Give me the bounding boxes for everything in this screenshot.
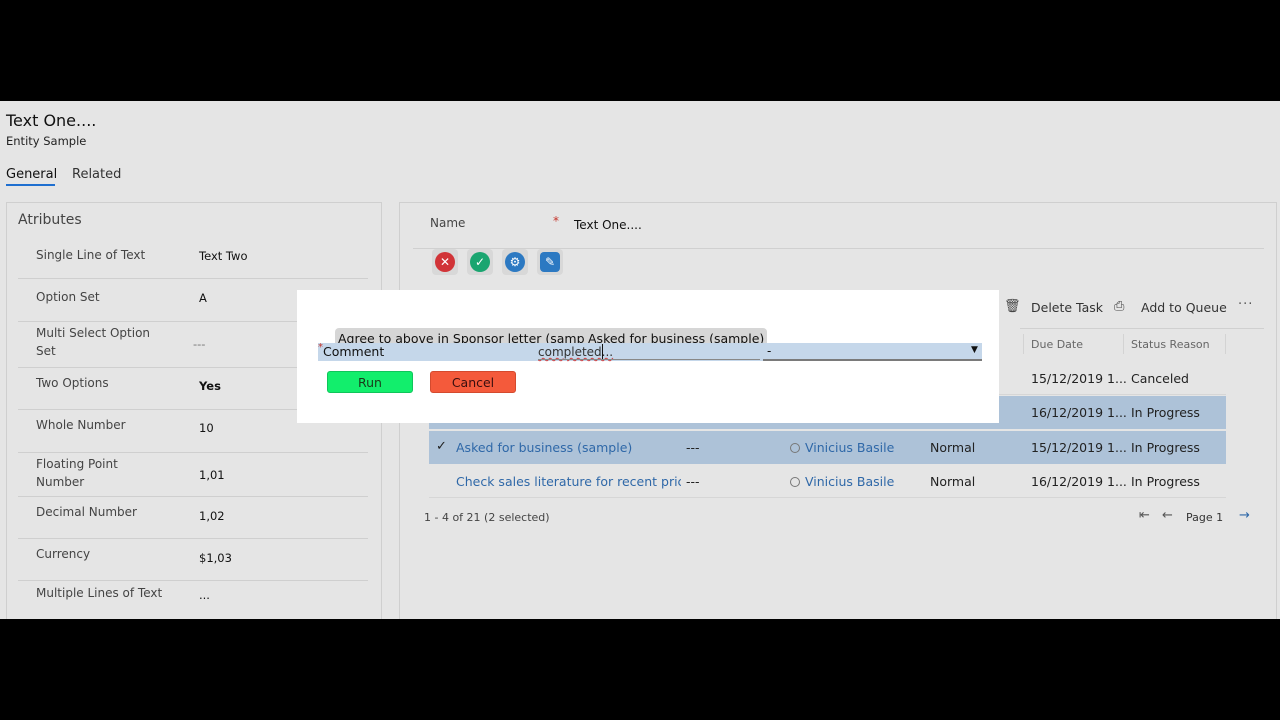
name-field-value[interactable]: Text One.... xyxy=(574,218,642,232)
attribute-row: Single Line of Text Text Two xyxy=(18,237,368,279)
user-icon xyxy=(790,477,800,487)
cancel-x-icon[interactable]: ✕ xyxy=(432,249,458,275)
owner-link[interactable]: Vinicius Basile xyxy=(790,474,894,489)
table-row[interactable]: Check sales literature for recent price … xyxy=(429,465,1226,498)
attribute-row: Multiple Lines of Text ... xyxy=(18,581,368,619)
regarding-cell: --- xyxy=(686,440,700,455)
owner-name[interactable]: Vinicius Basile xyxy=(805,474,894,489)
grid-header-divider xyxy=(1020,328,1264,329)
run-button[interactable]: Run xyxy=(327,371,413,393)
record-count: 1 - 4 of 21 (2 selected) xyxy=(424,511,550,524)
app-window: Text One.... Entity Sample General Relat… xyxy=(0,101,1280,619)
owner-name[interactable]: Vinicius Basile xyxy=(805,440,894,455)
attribute-label: Option Set xyxy=(36,290,100,304)
dropdown-select[interactable]: - xyxy=(767,344,771,358)
attribute-value[interactable]: $1,03 xyxy=(199,551,232,565)
column-separator xyxy=(1023,334,1024,354)
tab-general[interactable]: General xyxy=(6,167,57,182)
status-cell: In Progress xyxy=(1131,440,1200,455)
gear-icon[interactable]: ⚙ xyxy=(502,249,528,275)
attribute-label: Whole Number xyxy=(36,418,126,432)
column-header-due-date[interactable]: Due Date xyxy=(1031,338,1083,351)
attribute-label: Decimal Number xyxy=(36,505,137,519)
attribute-row: Currency $1,03 xyxy=(18,539,368,581)
subject-link[interactable]: Check sales literature for recent price … xyxy=(456,474,681,489)
attribute-value[interactable]: 1,02 xyxy=(199,509,225,523)
attribute-value[interactable]: --- xyxy=(193,337,205,351)
due-date-cell: 15/12/2019 1... xyxy=(1031,371,1127,386)
attributes-title: Atributes xyxy=(18,212,82,228)
active-tab-indicator xyxy=(6,184,55,186)
trash-icon[interactable]: 🗑 xyxy=(1004,299,1021,314)
priority-cell: Normal xyxy=(930,474,976,489)
attribute-value[interactable]: Yes xyxy=(199,379,221,393)
comment-label: Comment xyxy=(323,344,385,359)
user-icon xyxy=(790,443,800,453)
previous-page-icon[interactable]: ← xyxy=(1162,508,1173,523)
attribute-label: Multi Select Option Set xyxy=(36,326,151,358)
column-separator xyxy=(1123,334,1124,354)
attribute-label: Floating Point Number xyxy=(36,457,118,489)
queue-icon[interactable]: ⎙ xyxy=(1114,299,1124,314)
due-date-cell: 16/12/2019 1... xyxy=(1031,474,1127,489)
attribute-row: Floating Point Number 1,01 xyxy=(18,453,368,497)
due-date-cell: 16/12/2019 1... xyxy=(1031,405,1127,420)
owner-link[interactable]: Vinicius Basile xyxy=(790,440,894,455)
priority-cell: Normal xyxy=(930,440,976,455)
comment-field-row: * Comment completed... - ▼ xyxy=(318,342,982,361)
entity-subtitle: Entity Sample xyxy=(6,134,87,148)
table-row[interactable]: ✓ Asked for business (sample) --- Vinici… xyxy=(429,431,1226,464)
attribute-row: Decimal Number 1,02 xyxy=(18,497,368,539)
first-page-icon[interactable]: ⇤ xyxy=(1139,508,1150,523)
name-field-label: Name xyxy=(430,216,466,230)
attribute-value[interactable]: Text Two xyxy=(199,249,247,263)
attribute-label: Currency xyxy=(36,547,91,561)
status-cell: Canceled xyxy=(1131,371,1189,386)
more-commands-icon[interactable]: ··· xyxy=(1238,297,1253,312)
attribute-value[interactable]: 1,01 xyxy=(199,468,225,482)
row-check-icon[interactable]: ✓ xyxy=(436,439,447,454)
next-page-icon[interactable]: → xyxy=(1239,508,1250,523)
cancel-button[interactable]: Cancel xyxy=(430,371,516,393)
attribute-label: Multiple Lines of Text xyxy=(36,586,163,600)
check-icon[interactable]: ✓ xyxy=(467,249,493,275)
attribute-label: Single Line of Text xyxy=(36,248,146,262)
add-to-queue-button[interactable]: Add to Queue xyxy=(1141,300,1227,315)
tab-related[interactable]: Related xyxy=(72,167,121,182)
attribute-label: Two Options xyxy=(36,376,109,390)
column-header-status-reason[interactable]: Status Reason xyxy=(1131,338,1210,351)
edit-icon[interactable]: ✎ xyxy=(537,249,563,275)
input-underline xyxy=(538,359,760,360)
attribute-value[interactable]: ... xyxy=(199,588,210,602)
regarding-cell: --- xyxy=(686,474,700,489)
delete-task-button[interactable]: Delete Task xyxy=(1031,300,1103,315)
status-cell: In Progress xyxy=(1131,405,1200,420)
attribute-value[interactable]: 10 xyxy=(199,421,214,435)
required-marker: * xyxy=(553,214,559,228)
page-title: Text One.... xyxy=(6,111,97,130)
text-caret xyxy=(602,344,603,359)
subject-link[interactable]: Asked for business (sample) xyxy=(456,440,632,455)
dropdown-underline xyxy=(763,359,982,361)
due-date-cell: 15/12/2019 1... xyxy=(1031,440,1127,455)
page-indicator: Page 1 xyxy=(1186,511,1224,524)
column-separator xyxy=(1225,334,1226,354)
chevron-down-icon[interactable]: ▼ xyxy=(971,345,978,355)
status-cell: In Progress xyxy=(1131,474,1200,489)
attribute-value[interactable]: A xyxy=(199,291,207,305)
